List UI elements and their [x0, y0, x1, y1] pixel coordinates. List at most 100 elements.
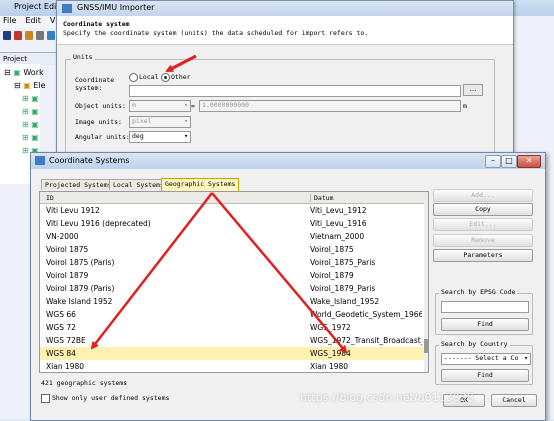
coordinate-systems-titlebar: Coordinate Systems – □ ✕ — [31, 153, 545, 169]
save-icon[interactable] — [3, 31, 11, 40]
table-row[interactable]: WGS 84 WGS_1984 — [40, 347, 428, 360]
column-header-id[interactable]: ID — [46, 194, 54, 202]
tree-item[interactable]: ⊞ ▣ — [22, 133, 39, 142]
cell-id: Wake Island 1952 — [46, 297, 113, 306]
chevron-down-icon: ▾ — [184, 132, 188, 140]
menu-view[interactable]: V — [50, 16, 55, 25]
parameters-button[interactable]: Parameters — [433, 249, 533, 262]
table-row[interactable]: Voirol 1875 (Paris) Voirol_1875_Paris — [40, 256, 428, 269]
project-editor-menubar: File Edit V — [0, 16, 60, 28]
close-button[interactable]: ✕ — [517, 155, 541, 168]
cell-id: Voirol 1879 — [46, 271, 89, 280]
table-row[interactable]: Voirol 1879 Voirol_1879 — [40, 269, 428, 282]
table-row[interactable]: Voirol 1875 Voirol_1875 — [40, 243, 428, 256]
epsg-search-label: Search by EPSG Code — [439, 288, 518, 296]
object-units-select[interactable]: m ▾ — [129, 100, 191, 112]
table-scrollbar[interactable] — [424, 203, 428, 372]
cancel-button[interactable]: Cancel — [491, 394, 537, 407]
scrollbar-thumb[interactable] — [424, 339, 428, 353]
add-button[interactable]: Add... — [433, 189, 533, 202]
cell-datum: Wake_Island_1952 — [310, 297, 380, 306]
table-row[interactable]: Viti Levu 1916 (deprecated) Viti_Levu_191… — [40, 217, 428, 230]
cell-datum: WGS_1972 — [310, 323, 351, 332]
object-units-suffix: m — [463, 102, 467, 110]
remove-button[interactable]: Remove — [433, 234, 533, 247]
cell-datum: WGS_1972_Transit_Broadcast_E — [310, 336, 422, 345]
section-heading: Coordinate system — [63, 20, 130, 28]
equals-sign: = — [191, 102, 195, 110]
tools-icon[interactable] — [25, 31, 33, 40]
country-find-button[interactable]: Find — [441, 369, 529, 382]
only-user-defined-checkbox[interactable] — [41, 394, 50, 403]
chevron-down-icon: ▾ — [184, 101, 188, 109]
radio-other[interactable] — [161, 73, 170, 82]
table-row[interactable]: Voirol 1879 (Paris) Voirol_1879_Paris — [40, 282, 428, 295]
table-row[interactable]: Viti Levu 1912 Viti_Levu_1912 — [40, 204, 428, 217]
only-user-defined-label: Show only user defined systems — [52, 394, 170, 402]
tree-item[interactable]: ⊞ ▣ — [22, 107, 39, 116]
column-header-datum[interactable]: Datum — [310, 194, 334, 202]
table-row[interactable]: WGS 72BE WGS_1972_Transit_Broadcast_E — [40, 334, 428, 347]
cell-datum: WGS_1984 — [310, 349, 351, 358]
cell-id: Voirol 1875 — [46, 245, 89, 254]
cell-id: Voirol 1875 (Paris) — [46, 258, 115, 267]
tab-geographic-systems[interactable]: Geographic Systems — [161, 178, 240, 191]
tree-item-elements[interactable]: ⊟ ▣ Ele — [14, 81, 46, 90]
cell-datum: Viti_Levu_1916 — [310, 219, 367, 228]
object-units-factor[interactable]: 1.0000000000 — [199, 100, 461, 112]
browse-button[interactable]: ... — [463, 84, 483, 96]
gear-icon[interactable] — [36, 31, 44, 40]
coordinate-systems-table: ID Datum Viti Levu 1912 Viti_Levu_1912 Vit… — [39, 191, 429, 373]
tree-item[interactable]: ⊞ ▣ — [22, 94, 39, 103]
radio-local[interactable] — [129, 73, 138, 82]
cell-datum: Voirol_1875 — [310, 245, 354, 254]
table-row[interactable]: VN-2000 Vietnam_2000 — [40, 230, 428, 243]
cell-datum: Viti_Levu_1912 — [310, 206, 367, 215]
cell-id: WGS 84 — [46, 349, 76, 358]
watermark: https://blog.csdn.net/u0113038 — [300, 391, 474, 404]
cell-id: Xian 1980 — [46, 362, 85, 371]
gnss-importer-header: Coordinate system Specify the coordinate… — [57, 16, 513, 45]
cell-datum: Vietnam_2000 — [310, 232, 365, 241]
cell-id: WGS 66 — [46, 310, 76, 319]
table-row[interactable]: WGS 66 World_Geodetic_System_1966 — [40, 308, 428, 321]
coordinate-systems-dialog: Coordinate Systems – □ ✕ Projected Syste… — [30, 152, 546, 421]
object-units-label: Object units: — [75, 102, 126, 110]
tree-item-workspace[interactable]: ⊟ ▣ Work — [4, 68, 44, 77]
cell-datum: Voirol_1879_Paris — [310, 284, 376, 293]
edit-button[interactable]: Edit... — [433, 218, 533, 231]
gnss-importer-titlebar: GNSS/IMU Importer — [57, 1, 513, 16]
country-select[interactable]: ------- Select a Co ▾ — [441, 353, 531, 365]
image-units-label: Image units: — [75, 118, 122, 126]
epsg-code-input[interactable] — [441, 301, 529, 313]
tab-projected-systems[interactable]: Projected Systems — [41, 179, 116, 190]
angular-units-select[interactable]: deg ▾ — [129, 131, 191, 143]
units-group-label: Units — [71, 53, 95, 61]
cell-id: WGS 72 — [46, 323, 76, 332]
tree-item[interactable]: ⊞ ▣ — [22, 120, 39, 129]
copy-button[interactable]: Copy — [433, 203, 533, 216]
maximize-button[interactable]: □ — [501, 155, 517, 168]
angular-units-label: Angular units: — [75, 133, 130, 141]
chevron-down-icon: ▾ — [524, 354, 528, 362]
cell-id: Viti Levu 1916 (deprecated) — [46, 219, 151, 228]
table-row[interactable]: WGS 72 WGS_1972 — [40, 321, 428, 334]
coordinate-systems-title: Coordinate Systems — [49, 156, 130, 165]
edit-icon[interactable] — [14, 31, 22, 40]
epsg-find-button[interactable]: Find — [441, 318, 529, 331]
table-row[interactable]: Wake Island 1952 Wake_Island_1952 — [40, 295, 428, 308]
country-search-label: Search by Country — [439, 340, 510, 348]
project-panel-label: Project — [3, 55, 27, 63]
app-icon — [62, 4, 72, 13]
table-icon[interactable] — [47, 31, 55, 40]
tab-local-systems[interactable]: Local Systems — [109, 179, 168, 190]
coord-system-field[interactable] — [129, 85, 461, 97]
cell-datum: Voirol_1875_Paris — [310, 258, 376, 267]
menu-edit[interactable]: Edit — [25, 16, 41, 25]
image-units-select[interactable]: pixel ▾ — [129, 116, 191, 128]
gnss-importer-title: GNSS/IMU Importer — [77, 3, 155, 12]
minimize-button[interactable]: – — [485, 155, 501, 168]
menu-file[interactable]: File — [3, 16, 16, 25]
cell-id: VN-2000 — [46, 232, 79, 241]
table-row[interactable]: Xian 1980 Xian 1980 — [40, 360, 428, 372]
